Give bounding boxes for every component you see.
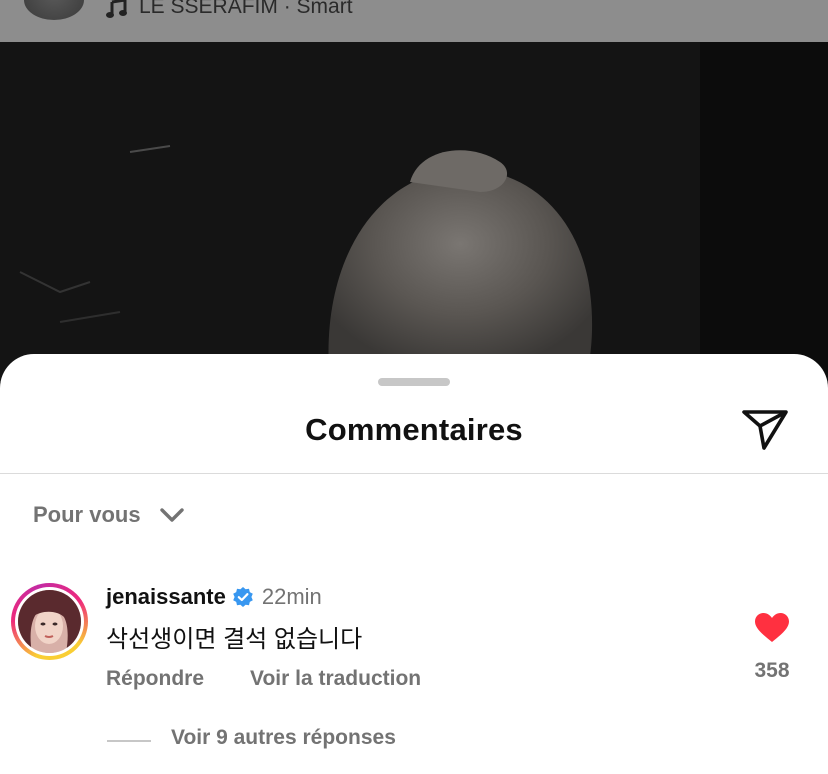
- sort-dropdown[interactable]: Pour vous: [33, 497, 185, 533]
- comment-header: jenaissante 22min: [106, 584, 322, 610]
- commenter-avatar[interactable]: [11, 583, 88, 660]
- reply-button[interactable]: Répondre: [106, 667, 204, 691]
- comment-time: 22min: [261, 584, 322, 609]
- comment-text: 삭선생이면 결석 없습니다: [106, 626, 363, 653]
- screen: LE SSERAFIM · Smart Commentaires Pour vo…: [0, 0, 828, 774]
- sheet-title: Commentaires: [305, 412, 523, 447]
- comments-sheet: Commentaires Pour vous jenaissante 22min…: [0, 354, 828, 774]
- sheet-grabber[interactable]: [378, 378, 450, 386]
- commenter-username[interactable]: jenaissante: [106, 584, 226, 610]
- like-count: 358: [754, 659, 790, 682]
- sort-label: Pour vous: [33, 502, 141, 527]
- paper-plane-icon[interactable]: [740, 406, 790, 452]
- view-replies-button[interactable]: Voir 9 autres réponses: [171, 726, 396, 750]
- translate-button[interactable]: Voir la traduction: [250, 667, 421, 691]
- music-track-label[interactable]: LE SSERAFIM · Smart: [139, 0, 353, 19]
- post-image: [0, 42, 828, 382]
- music-note-icon: [106, 0, 127, 18]
- post-header: LE SSERAFIM · Smart: [0, 0, 828, 42]
- heart-icon[interactable]: [754, 612, 790, 644]
- post-author-avatar[interactable]: [24, 0, 84, 20]
- avatar-photo: [18, 590, 81, 653]
- chevron-down-icon: [159, 508, 184, 522]
- header-divider: [0, 473, 828, 474]
- replies-divider-line: [107, 740, 151, 742]
- verified-badge-icon: [233, 587, 253, 607]
